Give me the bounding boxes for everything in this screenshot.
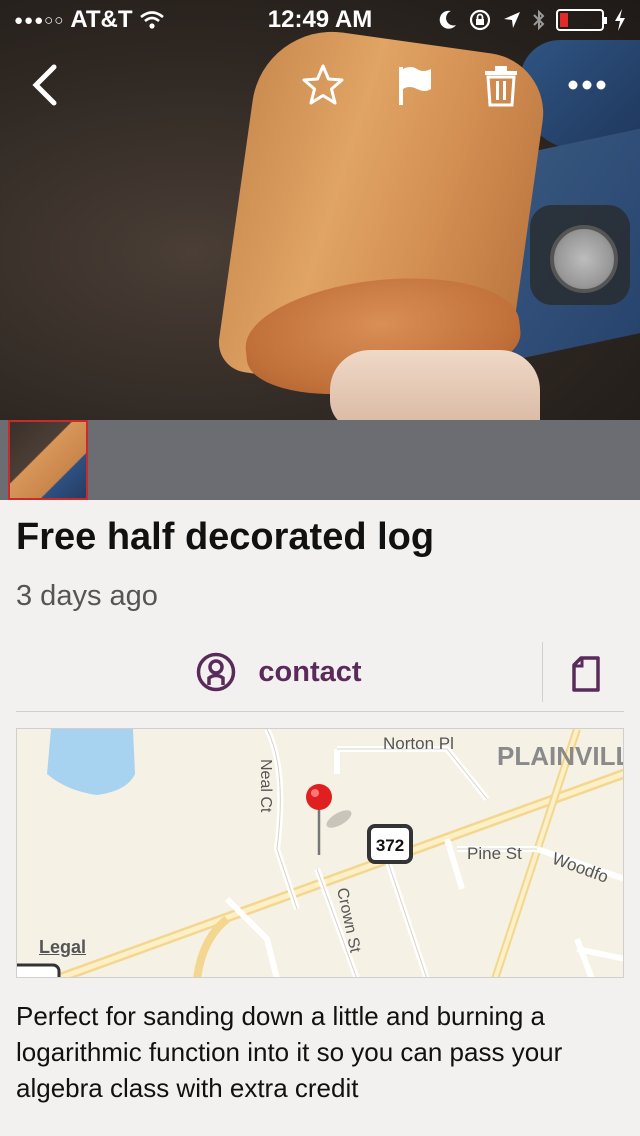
back-button[interactable] [18,58,72,112]
listing-description: Perfect for sanding down a little and bu… [16,1001,563,1103]
map-label-neal: Neal Ct [257,759,274,813]
favorite-button[interactable] [296,58,350,112]
person-icon [197,652,236,692]
chevron-left-icon [32,64,57,106]
more-options-button[interactable] [560,58,614,112]
action-row: contact [16,640,624,712]
charging-bolt-icon [615,9,625,31]
listing-title: Free half decorated log [16,516,435,558]
signal-strength: ●●●○○ [14,11,65,29]
bluetooth-icon [533,9,545,31]
trash-icon [485,66,517,107]
route-number: 372 [376,836,404,855]
contact-button[interactable]: contact [16,640,542,704]
map-label-norton: Norton Pl [383,734,454,753]
moon-icon [439,10,456,29]
location-map[interactable]: 372 Norton Pl PLAINVILL Neal Ct Pine St … [16,728,624,978]
rotation-lock-icon [469,9,491,31]
copy-button[interactable] [556,646,616,702]
map-canvas: 372 Norton Pl PLAINVILL Neal Ct Pine St … [17,729,624,977]
location-arrow-icon [504,12,520,28]
flag-icon [399,67,431,105]
map-label-pine: Pine St [467,844,522,863]
photo-thumbnail[interactable] [8,420,88,500]
map-legal-link[interactable]: Legal [39,937,86,958]
contact-label: contact [258,655,362,688]
wifi-icon [139,11,164,29]
location-pin-icon [306,784,332,855]
battery-icon [556,9,607,31]
map-label-woodford: Woodfo [550,849,611,887]
photo-hand [330,350,540,420]
map-label-plainville: PLAINVILL [497,741,624,771]
star-icon [302,64,344,105]
listing-age: 3 days ago [16,580,158,612]
photo-toolbar [0,58,640,112]
ellipsis-icon [568,80,606,90]
flag-button[interactable] [386,58,440,112]
map-lake [47,729,135,795]
delete-button[interactable] [474,58,528,112]
document-icon [572,656,600,692]
assistive-touch-button[interactable] [530,205,630,305]
action-divider [542,642,543,702]
status-bar: ●●●○○ AT&T 12:49 AM [0,0,640,40]
photo-thumbnail-strip [0,420,640,500]
carrier-label: AT&T [70,6,133,33]
